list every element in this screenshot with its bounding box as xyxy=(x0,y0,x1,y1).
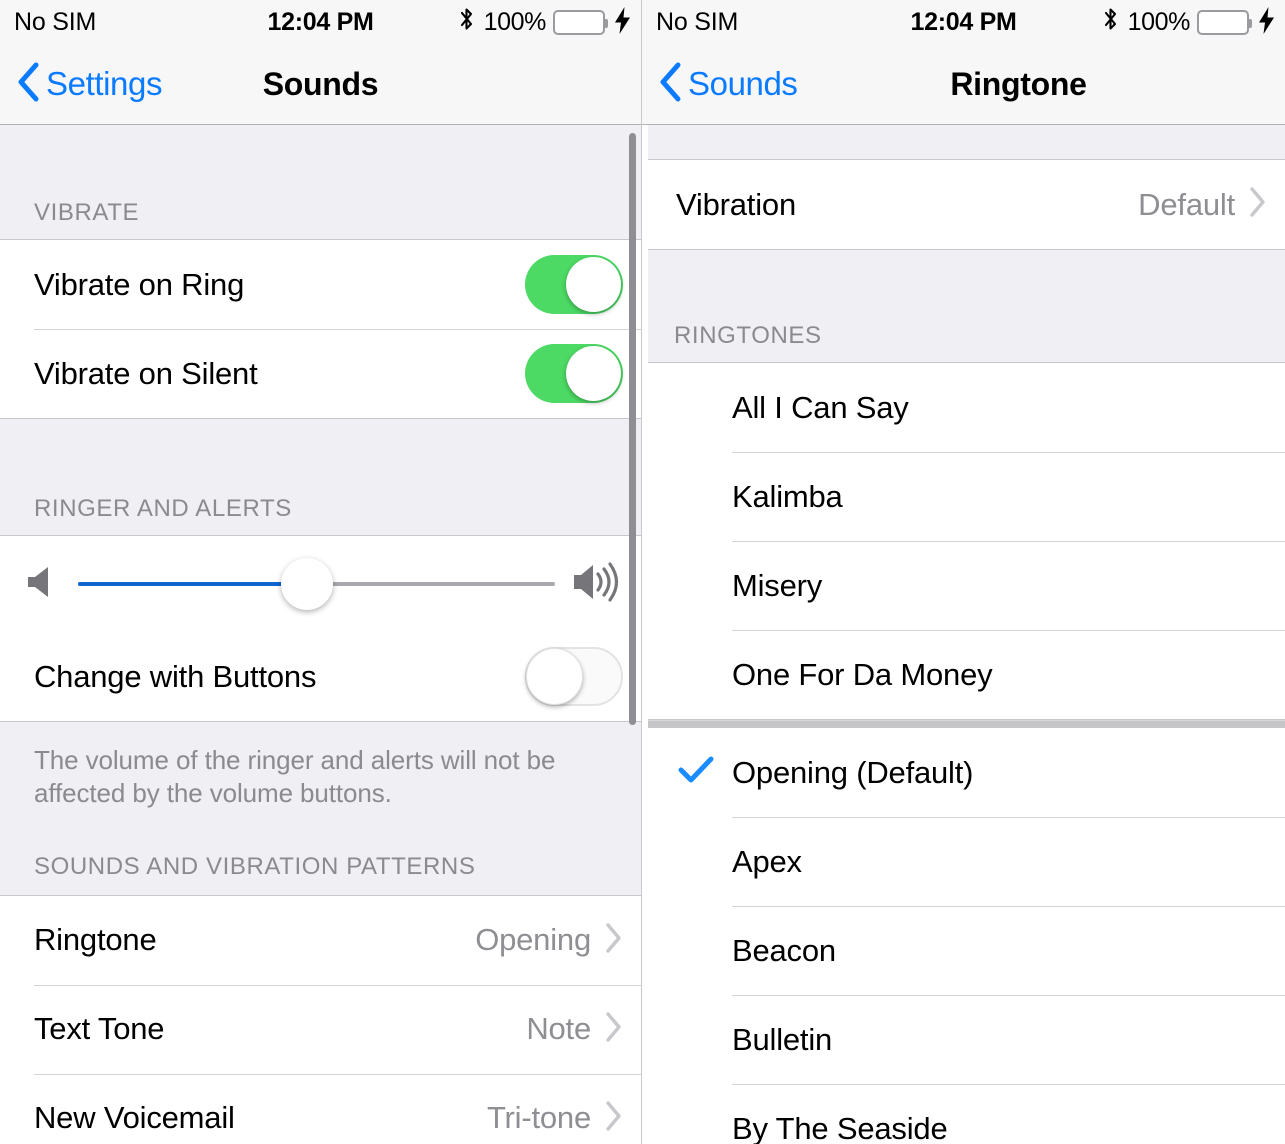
bluetooth-icon xyxy=(457,5,477,40)
row-ringtone-beacon[interactable]: Beacon xyxy=(642,906,1285,995)
chevron-right-icon xyxy=(1249,186,1267,223)
row-value: Tri-tone xyxy=(486,1100,591,1136)
row-label: All I Can Say xyxy=(732,389,909,425)
row-ringtone-misery[interactable]: Misery xyxy=(642,541,1285,630)
stock-ringtones-group: Opening (Default) Apex Beacon Bulletin B… xyxy=(642,728,1285,1144)
battery-full-icon xyxy=(553,9,608,35)
sounds-patterns-group: Ringtone Opening Text Tone Note New Voic… xyxy=(0,894,641,1144)
row-ringtone[interactable]: Ringtone Opening xyxy=(0,895,641,985)
row-ringer-volume[interactable] xyxy=(0,536,641,632)
row-label: By The Seaside xyxy=(732,1110,948,1144)
lightning-bolt-icon xyxy=(614,6,631,38)
row-label: One For Da Money xyxy=(732,656,993,692)
speaker-high-icon xyxy=(573,560,623,609)
group-separator xyxy=(642,720,1285,728)
row-label: Vibrate on Ring xyxy=(34,266,245,302)
row-value: Note xyxy=(526,1011,591,1047)
section-header-ringer-and-alerts: RINGER AND ALERTS xyxy=(34,495,292,522)
row-ringtone-all-i-can-say[interactable]: All I Can Say xyxy=(642,363,1285,452)
row-label: Text Tone xyxy=(34,1011,165,1047)
lightning-bolt-icon xyxy=(1258,6,1275,38)
status-bar-left: No SIM 12:04 PM 100% xyxy=(0,0,641,44)
volume-slider-thumb[interactable] xyxy=(280,558,333,610)
row-change-with-buttons[interactable]: Change with Buttons xyxy=(0,632,641,721)
battery-percent-label: 100% xyxy=(1127,7,1191,36)
status-icons: 100% xyxy=(1101,5,1275,40)
row-value: Opening xyxy=(475,922,591,958)
section-header-sounds-and-vibration-patterns: SOUNDS AND VIBRATION PATTERNS xyxy=(34,852,476,880)
custom-ringtones-group: All I Can Say Kalimba Misery One For Da … xyxy=(642,362,1285,720)
toggle-vibrate-on-silent[interactable] xyxy=(525,344,623,403)
ringtone-list: Vibration Default RINGTONES All I Can Sa… xyxy=(642,125,1285,1144)
row-vibrate-on-ring[interactable]: Vibrate on Ring xyxy=(0,240,641,329)
section-gap-top xyxy=(642,125,1285,159)
row-text-tone[interactable]: Text Tone Note xyxy=(0,984,641,1074)
section-header-ringtones: RINGTONES xyxy=(674,322,822,349)
vibration-group: Vibration Default xyxy=(642,159,1285,250)
row-ringtone-kalimba[interactable]: Kalimba xyxy=(642,452,1285,541)
row-label: Bulletin xyxy=(732,1021,833,1057)
row-ringtone-apex[interactable]: Apex xyxy=(642,817,1285,906)
volume-slider[interactable] xyxy=(78,558,555,610)
battery-full-icon xyxy=(1197,9,1252,35)
page-title: Ringtone xyxy=(950,65,1087,102)
checkmark-icon xyxy=(678,755,714,790)
ringer-group: Change with Buttons xyxy=(0,535,641,722)
row-label: Kalimba xyxy=(732,478,843,514)
status-bar-right: No SIM 12:04 PM 100% xyxy=(642,0,1285,44)
ringtone-screen: No SIM 12:04 PM 100% Sounds Ringtone Vib… xyxy=(642,0,1285,1144)
sounds-list: VIBRATE Vibrate on Ring Vibrate on Silen… xyxy=(0,125,641,1144)
row-label: Apex xyxy=(732,843,802,879)
row-label: Vibration xyxy=(676,186,796,222)
row-ringtone-bulletin[interactable]: Bulletin xyxy=(642,995,1285,1084)
vertical-scrollbar[interactable] xyxy=(629,133,636,725)
section-gap-top xyxy=(0,125,641,185)
chevron-right-icon xyxy=(605,1011,623,1048)
chevron-right-icon xyxy=(605,1100,623,1137)
row-ringtone-opening-default[interactable]: Opening (Default) xyxy=(642,728,1285,817)
row-ringtone-one-for-da-money[interactable]: One For Da Money xyxy=(642,630,1285,719)
speaker-low-icon xyxy=(26,562,60,607)
row-value: Default xyxy=(1138,186,1235,222)
section-gap-ringtones xyxy=(642,250,1285,310)
row-ringtone-by-the-seaside[interactable]: By The Seaside xyxy=(642,1084,1285,1144)
nav-bar-right: Sounds Ringtone xyxy=(642,44,1285,125)
footer-note-ringer: The volume of the ringer and alerts will… xyxy=(34,745,556,809)
section-header-vibrate: VIBRATE xyxy=(34,199,140,226)
row-label: Change with Buttons xyxy=(34,658,317,694)
row-vibration[interactable]: Vibration Default xyxy=(642,160,1285,249)
row-label: Beacon xyxy=(732,932,836,968)
chevron-right-icon xyxy=(605,922,623,959)
status-icons: 100% xyxy=(457,5,631,40)
sounds-screen: No SIM 12:04 PM 100% Settings Sounds VIB… xyxy=(0,0,642,1144)
row-label: Ringtone xyxy=(34,922,157,958)
panel-edge-strip xyxy=(642,125,648,1144)
dual-screenshot-container: No SIM 12:04 PM 100% Settings Sounds VIB… xyxy=(0,0,1285,1144)
row-vibrate-on-silent[interactable]: Vibrate on Silent xyxy=(0,329,641,418)
toggle-vibrate-on-ring[interactable] xyxy=(525,255,623,314)
row-label: Vibrate on Silent xyxy=(34,355,258,391)
vibrate-group: Vibrate on Ring Vibrate on Silent xyxy=(0,239,641,419)
row-label: Misery xyxy=(732,567,823,603)
row-new-voicemail[interactable]: New Voicemail Tri-tone xyxy=(0,1073,641,1144)
nav-bar-left: Settings Sounds xyxy=(0,44,641,125)
bluetooth-icon xyxy=(1101,5,1121,40)
battery-percent-label: 100% xyxy=(483,7,547,36)
section-gap-ringer xyxy=(0,419,641,481)
toggle-change-with-buttons[interactable] xyxy=(525,647,623,706)
page-title: Sounds xyxy=(262,65,379,102)
row-label: New Voicemail xyxy=(34,1100,235,1136)
row-label: Opening (Default) xyxy=(732,754,974,790)
